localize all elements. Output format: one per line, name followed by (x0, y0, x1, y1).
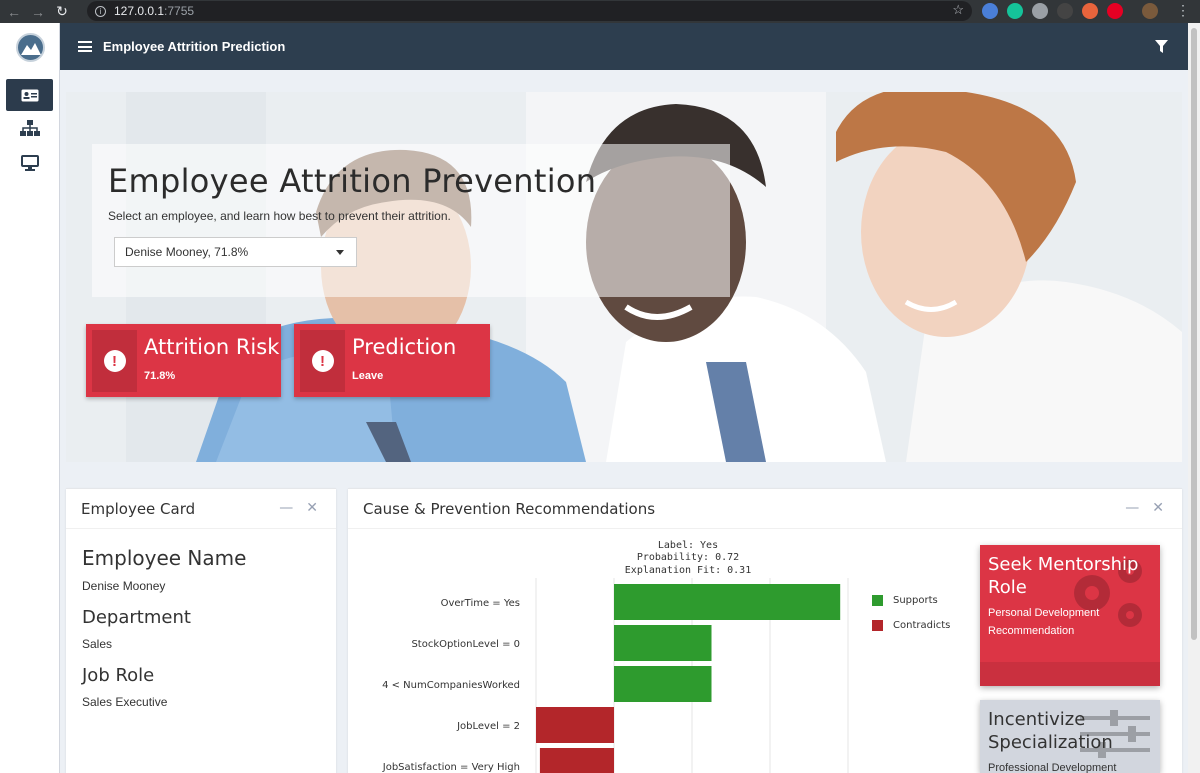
legend-item: Contradicts (872, 619, 950, 631)
recommendations-card-header: Cause & Prevention Recommendations — ✕ (348, 489, 1182, 529)
grammarly-icon[interactable] (1007, 3, 1023, 19)
chevron-down-icon (336, 250, 344, 255)
browser-toolbar: ← → ↻ i 127.0.0.1:7755 ☆ ⋮ (0, 0, 1200, 23)
recommendation-subtitle: Professional Development (988, 762, 1117, 773)
desktop-icon (20, 155, 39, 171)
extension-icons (982, 3, 1158, 19)
explanation-label: Label: Yes (657, 540, 719, 551)
info-box-value: 71.8% (144, 370, 176, 382)
legend-label: Contradicts (893, 619, 951, 631)
recommendation-footer (980, 662, 1160, 686)
chart-bar (614, 625, 712, 661)
chart-legend: Supports Contradicts (872, 594, 950, 644)
profile-avatar[interactable] (1142, 3, 1158, 19)
card-title: Cause & Prevention Recommendations (363, 499, 656, 518)
employee-fields: Employee Name Denise Mooney Department S… (66, 546, 246, 709)
filter-icon[interactable] (1155, 40, 1168, 53)
sidebar-item-organization[interactable] (6, 112, 53, 144)
close-icon[interactable]: ✕ (1152, 500, 1164, 516)
chart-category-label: 4 < NumCompaniesWorked (382, 680, 520, 691)
forward-arrow-icon[interactable]: → (28, 2, 48, 22)
id-card-icon (21, 89, 38, 101)
hero-banner: Employee Attrition Prevention Select an … (66, 92, 1182, 462)
extension-icon[interactable] (982, 3, 998, 19)
chart-category-label: StockOptionLevel = 0 (411, 639, 520, 650)
url-host: 127.0.0.1 (114, 4, 165, 18)
exclamation-circle-icon: ! (311, 350, 334, 372)
chart-bar (614, 666, 712, 702)
hamburger-menu-icon[interactable] (78, 39, 92, 55)
recommendation-subtitle: Personal Development Recommendation (988, 607, 1100, 637)
employee-card: Employee Card — ✕ Employee Name Denise M… (66, 488, 336, 773)
legend-label: Supports (893, 594, 938, 606)
exclamation-circle-icon: ! (103, 350, 126, 372)
recommendation-title: Incentivize Specialization (988, 709, 1113, 753)
chart-category-label: JobLevel = 2 (456, 721, 520, 732)
extension-icon[interactable] (1032, 3, 1048, 19)
app-title: Employee Attrition Prediction (103, 39, 286, 54)
extension-icon[interactable] (1082, 3, 1098, 19)
bookmark-star-icon[interactable]: ☆ (952, 2, 964, 18)
app-logo (16, 33, 45, 62)
hero-subtitle: Select an employee, and learn how best t… (108, 209, 451, 223)
sidebar-item-employee[interactable] (6, 79, 53, 111)
close-icon[interactable]: ✕ (306, 500, 318, 516)
prediction-box: ! Prediction Leave (294, 324, 490, 397)
minimize-icon[interactable]: — (1125, 500, 1139, 516)
scrollbar-thumb[interactable] (1191, 28, 1197, 640)
field-value: Sales Executive (82, 695, 168, 709)
recommendation-title: Seek Mentorship Role (988, 554, 1139, 598)
field-title: Job Role (82, 665, 155, 686)
sitemap-icon (19, 120, 40, 136)
info-box-label: Prediction (352, 335, 457, 359)
legend-swatch (872, 594, 883, 606)
field-value: Sales (82, 637, 113, 651)
hero-title: Employee Attrition Prevention (108, 162, 597, 200)
sidebar-item-dashboard[interactable] (6, 147, 53, 179)
employee-card-header: Employee Card — ✕ (66, 489, 336, 529)
minimize-icon[interactable]: — (279, 500, 293, 516)
chart-bar (614, 584, 841, 620)
legend-item: Supports (872, 594, 950, 606)
site-info-icon[interactable]: i (95, 5, 106, 17)
explanation-fit: Explanation Fit: 0.31 (624, 565, 752, 576)
explanation-probability: Probability: 0.72 (636, 552, 740, 563)
lime-explanation-chart: OverTime = Yes StockOptionLevel = 0 4 < Nu… (382, 578, 849, 773)
info-box-label: Attrition Risk (144, 335, 280, 359)
recommendation-specialization[interactable]: Incentivize Specialization Professional … (980, 700, 1160, 773)
legend-swatch (872, 619, 883, 631)
employee-select-value: Denise Mooney, 71.8% (125, 245, 249, 259)
reload-icon[interactable]: ↻ (52, 2, 72, 22)
attrition-risk-box: ! Attrition Risk 71.8% (86, 324, 281, 397)
extension-icon[interactable] (1057, 3, 1073, 19)
back-arrow-icon[interactable]: ← (4, 2, 24, 22)
pinterest-icon[interactable] (1107, 3, 1123, 19)
employee-select[interactable]: Denise Mooney, 71.8% (114, 237, 357, 267)
url-port: :7755 (164, 4, 195, 18)
app-header: Employee Attrition Prediction (60, 23, 1188, 70)
browser-menu-icon[interactable]: ⋮ (1176, 2, 1190, 19)
field-title: Department (82, 607, 191, 628)
info-box-value: Leave (352, 370, 384, 382)
chart-category-label: JobSatisfaction = Very High (382, 762, 520, 773)
app-sidebar (0, 23, 60, 773)
address-bar[interactable]: i 127.0.0.1:7755 ☆ (87, 1, 972, 21)
chart-category-label: OverTime = Yes (441, 598, 520, 609)
chart-bar (536, 707, 614, 743)
card-title: Employee Card (81, 499, 196, 518)
field-title: Employee Name (82, 546, 247, 570)
field-value: Denise Mooney (82, 579, 166, 593)
recommendation-mentorship[interactable]: Seek Mentorship Role Personal Developmen… (980, 545, 1160, 686)
chart-bar (539, 748, 614, 773)
